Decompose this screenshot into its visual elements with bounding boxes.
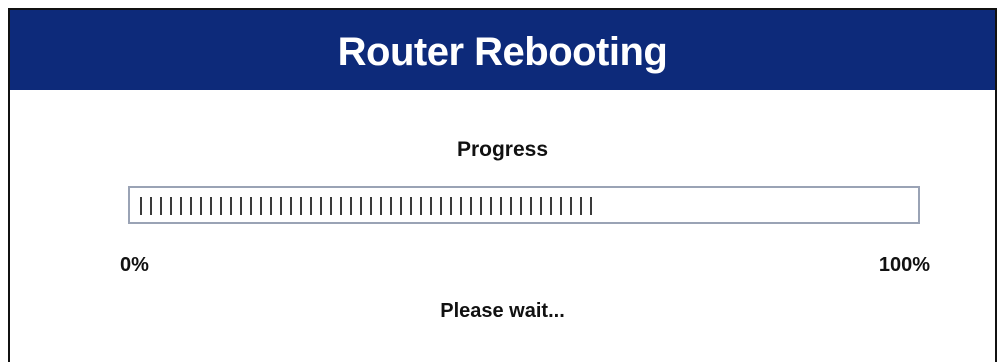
progress-label: Progress <box>456 138 549 161</box>
dialog-title: Router Rebooting <box>337 29 668 74</box>
progress-min-label: 0% <box>120 254 149 276</box>
reboot-dialog: Router Rebooting Progress 0% 100% Please… <box>8 8 997 362</box>
progress-max-label: 100% <box>878 254 930 276</box>
progress-bar-fill <box>140 197 593 215</box>
title-bar: Router Rebooting <box>10 10 995 90</box>
status-message: Please wait... <box>440 300 565 322</box>
progress-bar <box>128 186 920 224</box>
